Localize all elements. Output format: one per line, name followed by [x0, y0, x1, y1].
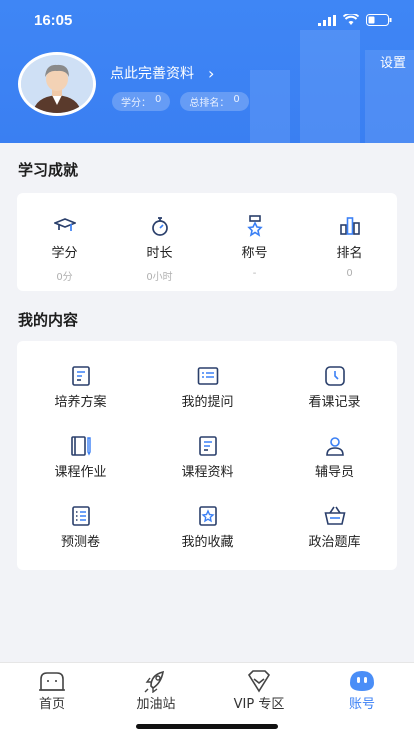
settings-button[interactable]: 设置 — [380, 52, 406, 71]
content-item-label: 我的收藏 — [181, 535, 234, 550]
status-bar: 16:05 — [0, 10, 414, 32]
star-bookmark-icon — [199, 506, 217, 526]
graduation-cap-icon — [54, 218, 76, 231]
achievement-title[interactable]: 称号 - — [207, 193, 302, 291]
content-item-label: 预测卷 — [60, 535, 100, 550]
profile-stats: 学分： 0 总排名： 0 — [112, 92, 249, 111]
achievement-ranking[interactable]: 排名 0 — [302, 193, 397, 291]
tab-label: 账号 — [348, 697, 375, 712]
content-item-label: 我的提问 — [181, 395, 234, 410]
wifi-icon — [343, 14, 359, 25]
credits-label: 学分： — [121, 98, 151, 109]
content-item-mock-exam[interactable]: 预测卷 — [17, 505, 144, 565]
rank-label: 总排名： — [189, 98, 230, 109]
content-item-label: 辅导员 — [314, 465, 354, 480]
achievement-value: - — [252, 268, 257, 279]
header-decoration — [250, 70, 290, 143]
rank-badge: 总排名： 0 — [180, 92, 249, 111]
my-content-title: 我的内容 — [18, 311, 79, 329]
content-item-label: 课程作业 — [54, 465, 107, 480]
header-decoration — [300, 30, 360, 143]
content-item-my-questions[interactable]: 我的提问 — [144, 365, 271, 425]
achievement-label: 称号 — [241, 246, 268, 261]
notebook-pen-icon — [71, 436, 91, 456]
person-icon — [326, 437, 344, 456]
achievement-value: 0分 — [56, 272, 73, 283]
content-item-course-materials[interactable]: 课程资料 — [144, 435, 271, 495]
status-icons — [318, 14, 392, 26]
avatar[interactable] — [18, 52, 96, 116]
content-item-watch-history[interactable]: 看课记录 — [271, 365, 398, 425]
ranking-bars-icon — [340, 217, 360, 235]
question-list-icon — [197, 367, 219, 385]
status-time: 16:05 — [34, 12, 73, 29]
achievement-label: 时长 — [146, 246, 173, 261]
home-face-icon — [39, 672, 65, 691]
chevron-right-icon: › — [208, 63, 215, 83]
achievement-label: 排名 — [336, 246, 363, 261]
content-item-label: 培养方案 — [54, 395, 107, 410]
stopwatch-icon — [152, 217, 168, 236]
checklist-icon — [72, 506, 90, 526]
achievement-value: 0小时 — [146, 272, 173, 283]
content-item-my-favorites[interactable]: 我的收藏 — [144, 505, 271, 565]
battery-icon — [366, 14, 392, 26]
achievement-duration[interactable]: 时长 0小时 — [112, 193, 207, 291]
medal-icon — [247, 215, 263, 237]
content-item-course-homework[interactable]: 课程作业 — [17, 435, 144, 495]
content-item-label: 课程资料 — [181, 465, 234, 480]
achievement-credits[interactable]: 学分 0分 — [17, 193, 112, 291]
achievement-label: 学分 — [51, 246, 78, 261]
account-face-icon — [350, 671, 374, 691]
complete-profile-link[interactable]: 点此完善资料 › — [110, 63, 214, 83]
profile-header: 16:05 设置 点此完善资料 › 学分： 0 总排名： 0 — [0, 0, 414, 143]
content-item-training-plan[interactable]: 培养方案 — [17, 365, 144, 425]
my-content-card: 培养方案 我的提问 看课记录 课程作业 课程资料 辅导员 预测卷 我的收藏 政治… — [17, 341, 397, 570]
vip-diamond-icon — [247, 670, 271, 693]
avatar-person-icon — [21, 55, 93, 113]
profile-prompt: 点此完善资料 — [110, 66, 194, 82]
content-item-label: 政治题库 — [308, 535, 361, 550]
tab-vip-zone[interactable]: VIP 专区 — [207, 667, 311, 717]
home-indicator — [136, 724, 278, 729]
clock-history-icon — [325, 366, 345, 386]
rocket-icon — [144, 670, 165, 693]
basket-icon — [324, 506, 346, 525]
signal-icon — [318, 14, 336, 26]
credits-badge: 学分： 0 — [112, 92, 171, 111]
content-item-label: 看课记录 — [308, 395, 361, 410]
achievement-value: 0 — [346, 268, 353, 279]
achievements-title: 学习成就 — [18, 161, 79, 179]
achievements-card: 学分 0分 时长 0小时 称号 - 排名 0 — [17, 193, 397, 291]
credits-value: 0 — [155, 94, 162, 105]
tab-label: 加油站 — [136, 697, 176, 712]
plan-document-icon — [72, 366, 90, 386]
tab-account[interactable]: 账号 — [310, 667, 414, 717]
document-icon — [199, 436, 217, 456]
rank-value: 0 — [233, 94, 240, 105]
tab-label: 首页 — [38, 697, 65, 712]
tab-gas-station[interactable]: 加油站 — [104, 667, 208, 717]
tab-home[interactable]: 首页 — [0, 667, 104, 717]
content-item-counselor[interactable]: 辅导员 — [271, 435, 398, 495]
tab-label: VIP 专区 — [233, 697, 285, 712]
content-item-politics-question-bank[interactable]: 政治题库 — [271, 505, 398, 565]
